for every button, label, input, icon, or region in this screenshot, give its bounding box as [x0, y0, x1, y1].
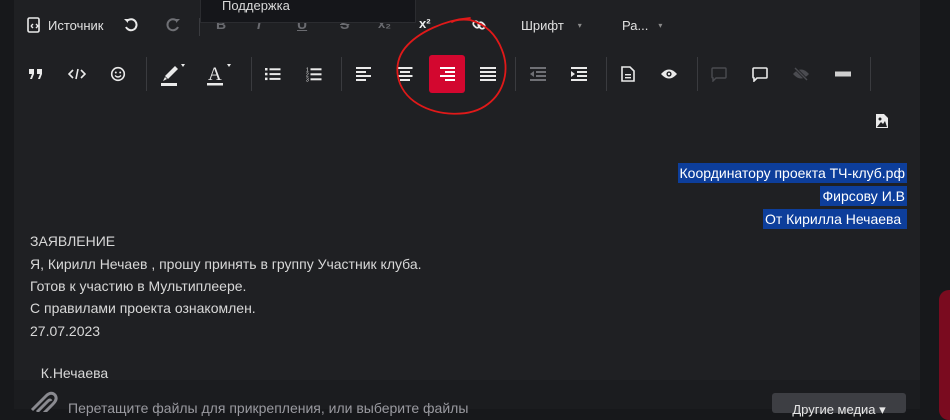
horizontal-rule-icon — [835, 71, 851, 77]
bulleted-list-button[interactable] — [262, 63, 284, 85]
dropzone-text: Перетащите файлы для прикрепления, или в… — [68, 400, 469, 416]
text-color-button[interactable] — [158, 61, 188, 87]
speech-bubble-icon — [752, 66, 768, 82]
dropdown-menu: Поддержка — [200, 0, 416, 23]
horizontal-rule-button[interactable] — [832, 63, 854, 85]
superscript-button[interactable]: x² — [419, 16, 431, 31]
toolbar-divider — [515, 57, 516, 91]
link-icon — [472, 20, 486, 30]
toolbar-divider — [251, 57, 252, 91]
toolbar-divider — [606, 57, 607, 91]
font-size-icon: A — [207, 64, 231, 86]
redo-icon — [166, 18, 180, 32]
menu-item-support[interactable]: Поддержка — [222, 0, 290, 13]
align-justify-button[interactable] — [477, 63, 499, 85]
smiley-icon — [110, 66, 126, 82]
code-icon — [68, 68, 86, 80]
align-center-button[interactable] — [394, 63, 416, 85]
numbered-list-button[interactable]: 1 2 3 — [303, 63, 325, 85]
chevron-down-icon: ▾ — [658, 20, 663, 30]
chevron-down-icon: ▾ — [577, 20, 582, 30]
toolbar-divider — [870, 57, 871, 91]
signature-text: К.Нечаева — [40, 365, 109, 381]
preview-button[interactable] — [658, 63, 680, 85]
body-line: Готов к участию в Мультиплеере. — [30, 278, 247, 294]
body-line: С правилами проекта ознакомлен. — [30, 300, 256, 316]
emoji-button[interactable] — [107, 63, 129, 85]
other-media-label: Другие медиа ▾ — [792, 402, 886, 417]
align-justify-icon — [480, 67, 496, 81]
image-icon — [876, 114, 888, 128]
body-line: Я, Кирилл Нечаев , прошу принять в групп… — [30, 256, 422, 272]
font-size-dropdown[interactable]: Ра... ▾ — [622, 14, 662, 36]
undo-icon — [124, 18, 138, 32]
side-edge-element — [939, 290, 950, 420]
outdent-button[interactable] — [527, 63, 549, 85]
quote-button[interactable] — [25, 63, 47, 85]
address-line-2: Фирсову И.В — [820, 186, 907, 206]
rich-text-editor — [14, 0, 920, 380]
align-left-icon — [356, 67, 371, 81]
svg-text:3: 3 — [306, 77, 309, 82]
align-left-button[interactable] — [353, 63, 375, 85]
indent-button[interactable] — [568, 63, 590, 85]
font-size-label: Ра... — [622, 17, 649, 33]
source-button[interactable]: Источник — [26, 14, 104, 36]
font-family-dropdown[interactable]: Шрифт ▾ — [521, 14, 582, 36]
brush-icon — [161, 64, 185, 86]
source-label: Источник — [48, 17, 104, 33]
svg-text:A: A — [208, 64, 222, 85]
font-family-label: Шрифт — [521, 17, 564, 33]
outdent-icon — [530, 67, 546, 81]
statement-title: ЗАЯВЛЕНИЕ — [30, 233, 116, 249]
toolbar-divider — [697, 57, 698, 91]
redo-button[interactable] — [162, 14, 184, 36]
template-button[interactable] — [617, 63, 639, 85]
toolbar-divider — [146, 57, 147, 91]
link-button[interactable] — [468, 14, 490, 36]
date-line: 27.07.2023 — [30, 323, 101, 339]
numbered-list-icon: 1 2 3 — [306, 67, 322, 82]
align-right-icon — [440, 67, 455, 81]
speech-bubble-icon — [711, 66, 727, 82]
eye-slash-icon — [793, 67, 809, 81]
signature-line: К.Нечаева — [33, 343, 108, 383]
spoiler-button[interactable] — [790, 63, 812, 85]
align-center-icon — [397, 67, 413, 81]
quote-icon — [29, 69, 42, 79]
code-button[interactable] — [66, 63, 88, 85]
align-right-button[interactable] — [429, 55, 465, 93]
eye-icon — [661, 69, 677, 79]
comment-button-disabled[interactable] — [708, 63, 730, 85]
indent-icon — [571, 67, 587, 81]
source-icon — [27, 17, 40, 33]
insert-image-button[interactable] — [871, 110, 893, 132]
document-icon — [621, 66, 635, 82]
comment-button[interactable] — [749, 63, 771, 85]
bullet-list-icon — [265, 68, 281, 81]
font-size-button[interactable]: A — [204, 61, 234, 87]
address-line-1: Координатору проекта ТЧ-клуб.рф — [677, 163, 907, 183]
address-line-3: От Кирилла Нечаева — [762, 209, 907, 229]
other-media-button[interactable]: Другие медиа ▾ — [772, 393, 906, 417]
undo-button[interactable] — [120, 14, 142, 36]
toolbar-divider — [341, 57, 342, 91]
